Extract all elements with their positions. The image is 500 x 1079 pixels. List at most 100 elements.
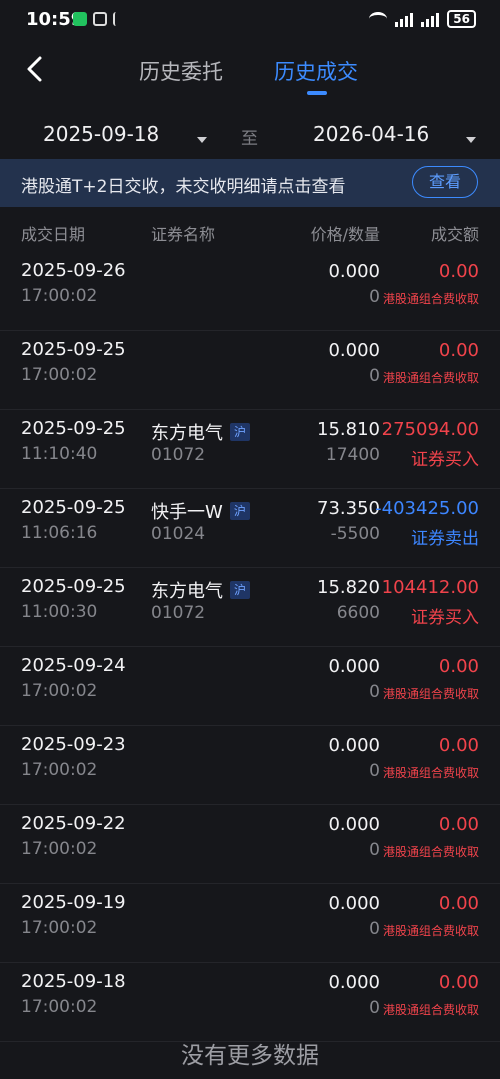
- trade-price: 0.000: [328, 735, 380, 756]
- trade-price: 0.000: [328, 814, 380, 835]
- trade-amount: 0.00: [438, 814, 479, 835]
- trade-time: 17:00:02: [21, 997, 98, 1017]
- trade-date: 2025-09-25: [21, 418, 126, 439]
- trade-price: 0.000: [328, 893, 380, 914]
- trade-amount: 0.00: [438, 261, 479, 282]
- trade-price: 15.820: [317, 577, 380, 598]
- security-name: 东方电气沪: [151, 577, 251, 603]
- table-row[interactable]: 2025-09-19 17:00:02 0.000 0 0.00 港股通组合费收…: [0, 884, 500, 963]
- column-price-quantity: 价格/数量: [310, 225, 380, 244]
- trade-amount: 0.00: [438, 735, 479, 756]
- security-name-text: 快手一W: [151, 502, 223, 523]
- table-row[interactable]: 2025-09-23 17:00:02 0.000 0 0.00 港股通组合费收…: [0, 726, 500, 805]
- signal-icon-2: [421, 11, 440, 27]
- trade-note: 港股通组合费收取: [382, 1003, 479, 1017]
- end-date-selector[interactable]: 2026-04-16: [313, 122, 429, 146]
- trade-quantity: 0: [369, 287, 380, 307]
- trade-date: 2025-09-23: [21, 734, 126, 755]
- trade-time: 11:10:40: [21, 444, 98, 464]
- table-row[interactable]: 2025-09-25 11:00:30 东方电气沪 01072 15.820 6…: [0, 568, 500, 647]
- back-arrow-icon[interactable]: [22, 54, 52, 84]
- trade-date: 2025-09-26: [21, 260, 126, 281]
- security-code: 01072: [151, 603, 206, 623]
- trade-quantity: 6600: [336, 603, 380, 623]
- status-bar: 10:59 56: [0, 0, 500, 40]
- nav-bar: 历史委托 历史成交: [0, 40, 500, 100]
- trade-time: 17:00:02: [21, 839, 98, 859]
- market-badge: 沪: [230, 423, 251, 441]
- settlement-notice-banner: 港股通T+2日交收，未交收明细请点击查看 查看: [0, 159, 500, 207]
- trade-quantity: 0: [369, 366, 380, 386]
- trade-price: 73.350: [317, 498, 380, 519]
- trade-date: 2025-09-18: [21, 971, 126, 992]
- column-trade-date: 成交日期: [21, 225, 86, 244]
- trade-amount: 0.00: [438, 656, 479, 677]
- signal-icon: [395, 11, 414, 27]
- trade-note: 港股通组合费收取: [382, 924, 479, 938]
- battery-icon: 56: [447, 10, 476, 28]
- trade-note: 港股通组合费收取: [382, 845, 479, 859]
- no-more-data-text: 没有更多数据: [181, 1043, 319, 1069]
- start-date-selector[interactable]: 2025-09-18: [43, 122, 159, 146]
- wechat-icon: [73, 12, 87, 26]
- column-trade-amount: 成交额: [430, 225, 479, 244]
- banner-text: 港股通T+2日交收，未交收明细请点击查看: [21, 177, 346, 197]
- end-date-dropdown-icon[interactable]: [466, 137, 476, 143]
- nfc-icon: [93, 12, 107, 26]
- trade-time: 17:00:02: [21, 918, 98, 938]
- trade-time: 17:00:02: [21, 286, 98, 306]
- trade-time: 17:00:02: [21, 681, 98, 701]
- security-name: 东方电气沪: [151, 419, 251, 445]
- bluetooth-icon: [113, 12, 123, 26]
- security-code: 01072: [151, 445, 206, 465]
- trade-list: 2025-09-26 17:00:02 0.000 0 0.00 港股通组合费收…: [0, 252, 500, 1042]
- trade-time: 11:06:16: [21, 523, 98, 543]
- trade-amount: -403425.00: [375, 498, 479, 519]
- trade-amount: 0.00: [438, 340, 479, 361]
- table-row[interactable]: 2025-09-25 11:10:40 东方电气沪 01072 15.810 1…: [0, 410, 500, 489]
- trade-time: 17:00:02: [21, 760, 98, 780]
- market-badge: 沪: [229, 502, 250, 520]
- tab-history-orders[interactable]: 历史委托: [139, 56, 223, 86]
- table-row[interactable]: 2025-09-26 17:00:02 0.000 0 0.00 港股通组合费收…: [0, 252, 500, 331]
- trade-quantity: -5500: [330, 524, 380, 544]
- trade-price: 0.000: [328, 340, 380, 361]
- tab-history-trades[interactable]: 历史成交: [274, 56, 358, 86]
- trade-amount: 275094.00: [381, 419, 479, 440]
- table-row[interactable]: 2025-09-25 17:00:02 0.000 0 0.00 港股通组合费收…: [0, 331, 500, 410]
- trade-quantity: 0: [369, 919, 380, 939]
- trade-price: 15.810: [317, 419, 380, 440]
- trade-date: 2025-09-25: [21, 576, 126, 597]
- notification-icons: [73, 12, 123, 26]
- trade-date: 2025-09-19: [21, 892, 126, 913]
- trade-time: 11:00:30: [21, 602, 98, 622]
- trade-date: 2025-09-22: [21, 813, 126, 834]
- table-row[interactable]: 2025-09-25 11:06:16 快手一W 沪 01024 73.350 -…: [0, 489, 500, 568]
- active-tab-indicator: [307, 91, 327, 95]
- date-range-separator: 至: [241, 129, 258, 149]
- security-name-text: 东方电气: [151, 423, 223, 444]
- trade-price: 0.000: [328, 656, 380, 677]
- trade-type: 证券卖出: [411, 529, 479, 549]
- table-header: 成交日期 证券名称 价格/数量 成交额: [0, 210, 500, 250]
- trade-type: 证券买入: [411, 450, 479, 470]
- view-details-button[interactable]: 查看: [412, 166, 478, 198]
- security-code: 01024: [151, 524, 206, 544]
- table-row[interactable]: 2025-09-18 17:00:02 0.000 0 0.00 港股通组合费收…: [0, 963, 500, 1042]
- trade-note: 港股通组合费收取: [382, 766, 479, 780]
- trade-quantity: 0: [369, 682, 380, 702]
- security-name-text: 东方电气: [151, 581, 223, 602]
- trade-quantity: 0: [369, 840, 380, 860]
- trade-amount: 0.00: [438, 972, 479, 993]
- system-icons: 56: [369, 10, 476, 28]
- table-row[interactable]: 2025-09-22 17:00:02 0.000 0 0.00 港股通组合费收…: [0, 805, 500, 884]
- trade-time: 17:00:02: [21, 365, 98, 385]
- wifi-icon: [369, 12, 388, 26]
- trade-quantity: 0: [369, 998, 380, 1018]
- column-security-name: 证券名称: [151, 225, 216, 244]
- market-badge: 沪: [230, 581, 251, 599]
- trade-date: 2025-09-25: [21, 497, 126, 518]
- start-date-dropdown-icon[interactable]: [197, 137, 207, 143]
- trade-amount: 104412.00: [381, 577, 479, 598]
- table-row[interactable]: 2025-09-24 17:00:02 0.000 0 0.00 港股通组合费收…: [0, 647, 500, 726]
